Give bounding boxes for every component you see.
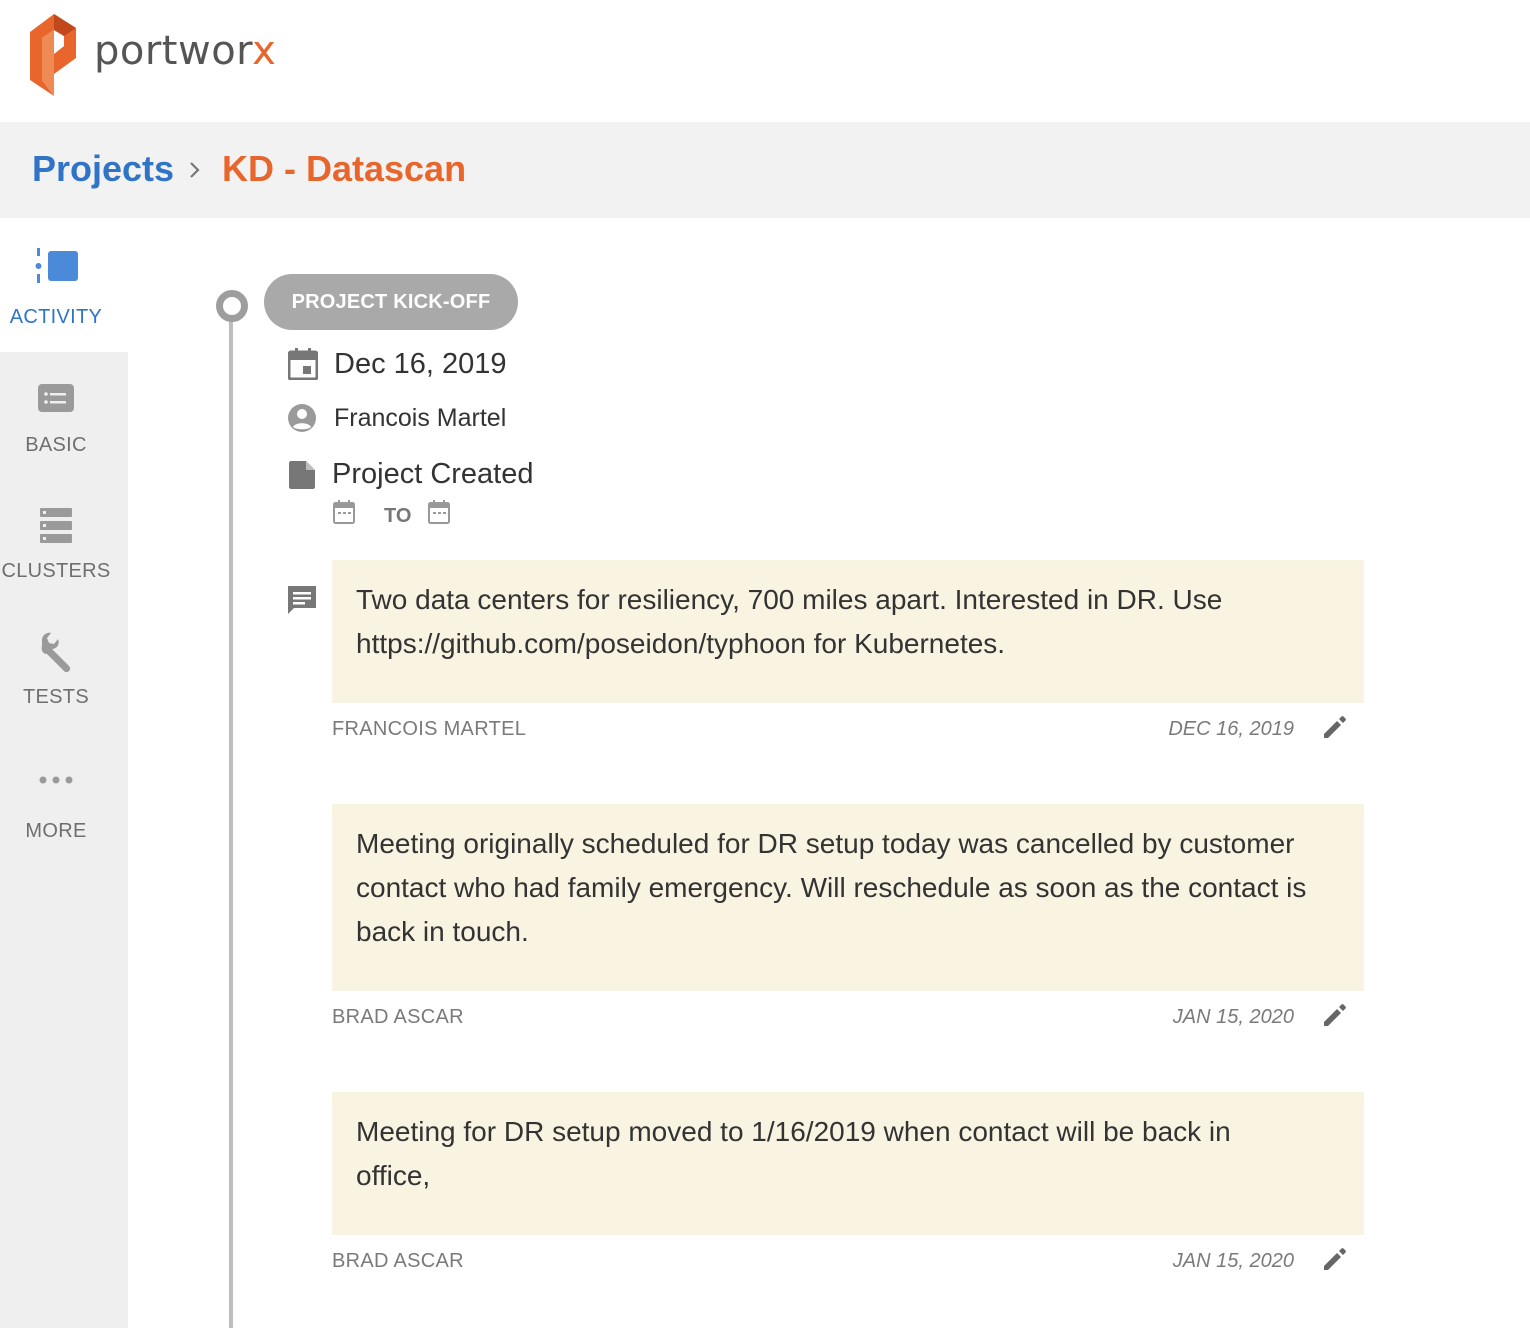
page-title: KD - Datascan (222, 148, 467, 189)
note-date: JAN 15, 2020 (1172, 1006, 1294, 1028)
timeline-node (216, 290, 248, 322)
milestone-status: Project Created (332, 458, 534, 490)
sidebar-item-clusters[interactable]: CLUSTERS (0, 494, 128, 594)
chevron-right-icon (190, 162, 200, 178)
milestone-badge[interactable]: PROJECT KICK-OFF (264, 274, 518, 330)
note-date: JAN 15, 2020 (1172, 1250, 1294, 1272)
note-author: FRANCOIS MARTEL (332, 718, 527, 740)
edit-pencil-icon[interactable] (1322, 1246, 1348, 1272)
sidebar-label-clusters: CLUSTERS (1, 560, 111, 582)
note-date: DEC 16, 2019 (1168, 718, 1294, 740)
milestone-owner: Francois Martel (334, 404, 507, 432)
sidebar-label-more: MORE (25, 820, 87, 842)
note-card: Two data centers for resiliency, 700 mil… (332, 560, 1364, 703)
sidebar-item-tests[interactable]: TESTS (0, 620, 128, 720)
app-header: portworx (0, 0, 1530, 122)
sidebar-label-activity: ACTIVITY (9, 306, 103, 328)
note-card: Meeting for DR setup moved to 1/16/2019 … (332, 1092, 1364, 1235)
account-circle-icon (288, 404, 316, 432)
edit-pencil-icon[interactable] (1322, 714, 1348, 740)
date-range-separator: TO (384, 505, 412, 527)
note-text: Meeting for DR setup moved to 1/16/2019 … (356, 1116, 1231, 1191)
sidebar-item-basic[interactable]: BASIC (0, 368, 128, 468)
calendar-end-icon[interactable] (428, 500, 450, 524)
activity-icon (35, 248, 78, 283)
sidebar: ACTIVITY BASIC CLUSTERS TESTS MORE (0, 218, 128, 1328)
brand-name: portworx (94, 28, 277, 74)
sidebar-label-tests: TESTS (23, 686, 89, 708)
sidebar-item-activity[interactable]: ACTIVITY (0, 218, 128, 352)
note-author: BRAD ASCAR (332, 1250, 464, 1272)
note-text: Two data centers for resiliency, 700 mil… (356, 584, 1223, 659)
portworx-logo-icon[interactable] (30, 14, 80, 96)
milestone-date: Dec 16, 2019 (334, 348, 507, 380)
calendar-start-icon[interactable] (333, 500, 355, 524)
note-text: Meeting originally scheduled for DR setu… (356, 828, 1307, 947)
wrench-icon (41, 632, 71, 672)
edit-pencil-icon[interactable] (1322, 1002, 1348, 1028)
sidebar-item-more[interactable]: MORE (0, 754, 128, 854)
sidebar-label-basic: BASIC (25, 434, 87, 456)
list-card-icon (38, 384, 74, 412)
comment-icon (288, 586, 316, 614)
note-card: Meeting originally scheduled for DR setu… (332, 804, 1364, 991)
breadcrumb-projects-link[interactable]: Projects (32, 148, 174, 190)
note-author: BRAD ASCAR (332, 1006, 464, 1028)
timeline-line (229, 318, 233, 1328)
more-dots-icon (39, 776, 73, 784)
file-icon (289, 461, 315, 489)
calendar-icon (288, 348, 318, 380)
server-stack-icon (40, 508, 72, 543)
